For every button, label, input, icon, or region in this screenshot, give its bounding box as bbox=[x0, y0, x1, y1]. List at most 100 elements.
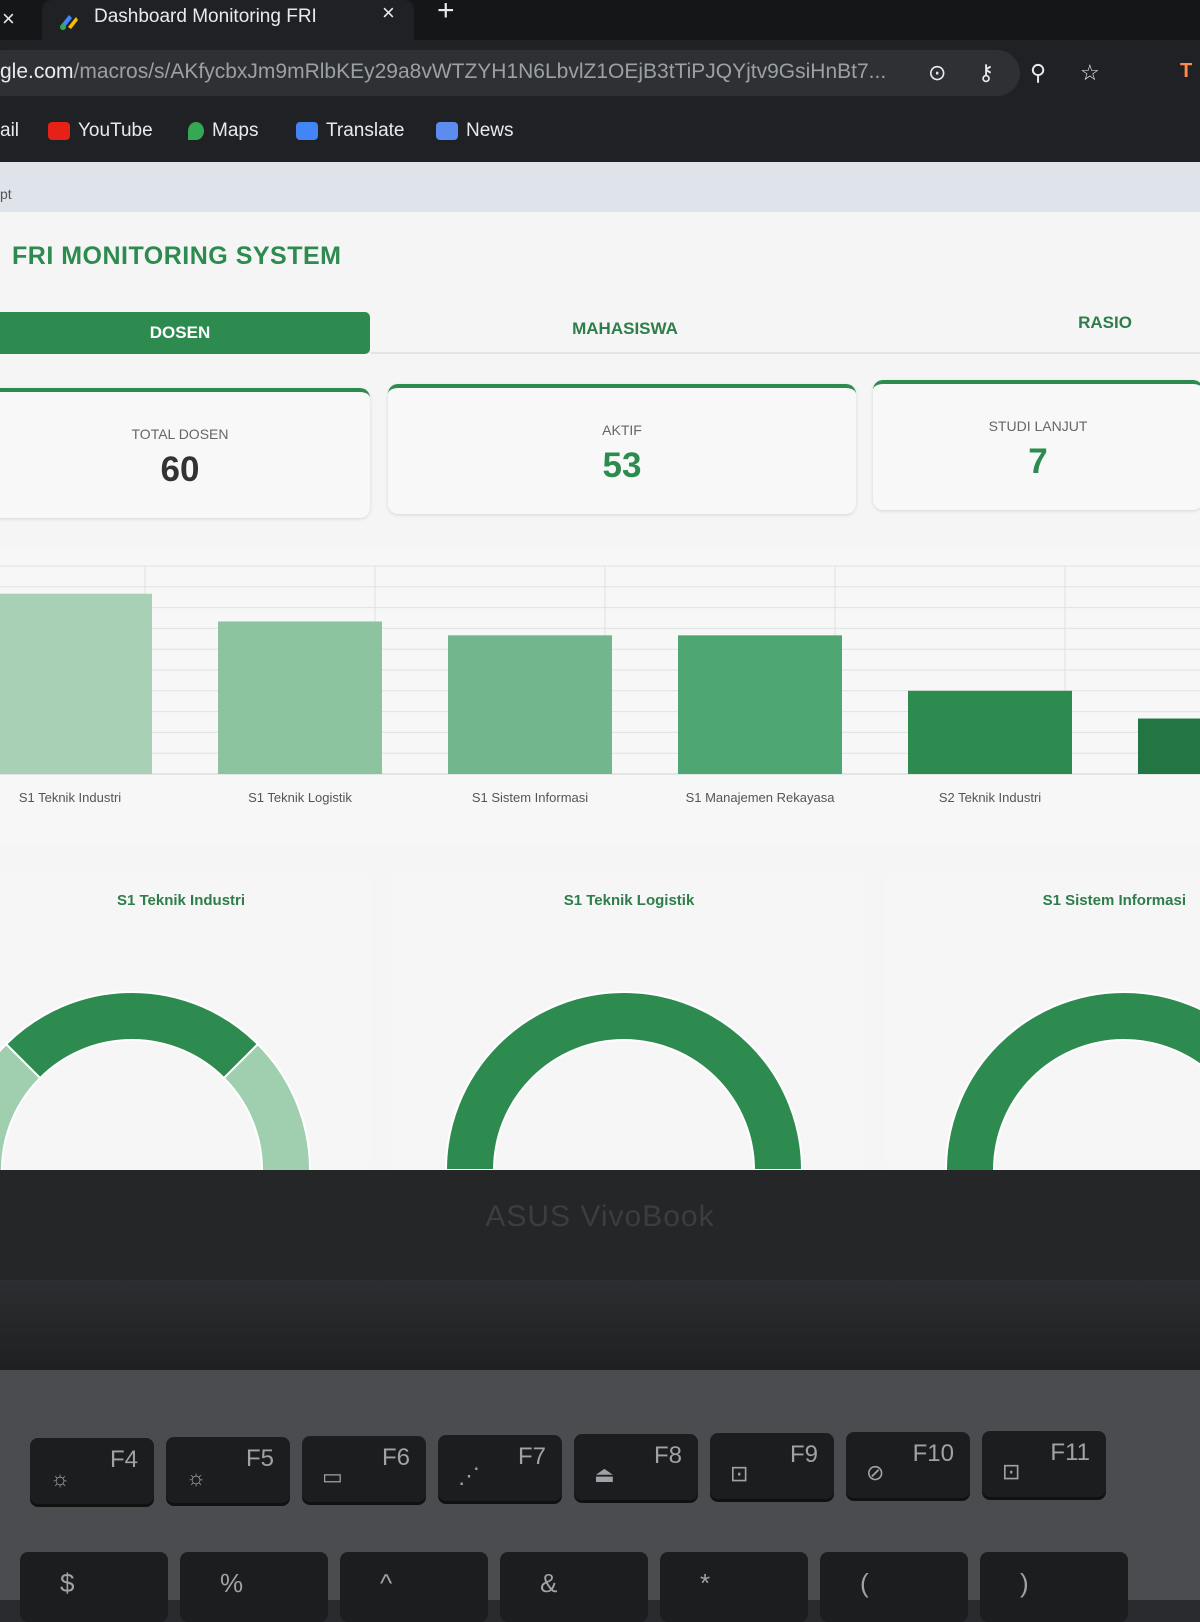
donut-card-s1-sistem-informasi: S1 Sistem Informasi bbox=[884, 870, 1200, 1170]
address-bar[interactable]: gle.com/macros/s/AKfycbxJm9mRlbKEy29a8vW… bbox=[0, 50, 1100, 96]
close-tab-button[interactable]: × bbox=[382, 0, 395, 26]
donut-slice[interactable] bbox=[945, 991, 1200, 1170]
bar[interactable] bbox=[908, 690, 1072, 774]
donut-title: S1 Teknik Logistik bbox=[563, 892, 695, 909]
key-function-icon: ⋰ bbox=[458, 1463, 480, 1488]
key-number-row: ^ bbox=[340, 1552, 488, 1622]
key-f10: ⊘ F10 bbox=[846, 1432, 970, 1498]
tab-mahasiswa[interactable]: MAHASISWA bbox=[530, 308, 720, 350]
key-label: ( bbox=[860, 1568, 869, 1598]
browser-chrome: × Dashboard Monitoring FRI × + gle.com/m… bbox=[0, 0, 1200, 168]
key-function-icon: ☼ bbox=[50, 1466, 71, 1491]
key-icon[interactable]: ⚷ bbox=[978, 60, 994, 86]
translate-icon bbox=[296, 122, 318, 140]
donut-title: S1 Sistem Informasi bbox=[1042, 892, 1186, 909]
x-tick-label: S1 Teknik Logistik bbox=[248, 790, 352, 805]
laptop-hinge bbox=[0, 1280, 1200, 1370]
key-function-icon: ⊘ bbox=[866, 1460, 885, 1485]
tab-title: Dashboard Monitoring FRI bbox=[94, 6, 317, 27]
key-f11: ⊡ F11 bbox=[982, 1431, 1106, 1497]
laptop-brand-logo: ASUS VivoBook bbox=[485, 1200, 715, 1233]
x-tick-label: S1 Teknik Industri bbox=[19, 790, 121, 805]
bookmark-youtube[interactable]: YouTube bbox=[48, 120, 153, 142]
key-f6: ▭ F6 bbox=[302, 1436, 426, 1502]
bar[interactable] bbox=[448, 635, 612, 774]
bookmark-news[interactable]: News bbox=[436, 120, 514, 142]
bar[interactable] bbox=[1138, 718, 1200, 774]
donut-title: S1 Teknik Industri bbox=[116, 892, 246, 909]
key-number-row: * bbox=[660, 1552, 808, 1622]
apps-script-banner: pt bbox=[0, 162, 1200, 212]
star-icon[interactable]: ☆ bbox=[1080, 60, 1100, 86]
bookmarks-bar: ail YouTube Maps Translate News bbox=[0, 112, 1200, 156]
bookmark-translate[interactable]: Translate bbox=[296, 120, 405, 142]
key-function-icon: ☼ bbox=[186, 1465, 207, 1490]
zoom-icon[interactable]: ⚲ bbox=[1030, 60, 1046, 86]
new-tab-button[interactable]: + bbox=[437, 0, 455, 28]
key-f4: ☼ F4 bbox=[30, 1438, 154, 1504]
bar[interactable] bbox=[218, 621, 382, 774]
key-label: F7 bbox=[517, 1443, 546, 1470]
x-tick-label: S1 Manajemen Rekayasa bbox=[686, 790, 836, 805]
key-label: & bbox=[540, 1568, 558, 1598]
key-label: F11 bbox=[1050, 1439, 1090, 1466]
news-icon bbox=[436, 122, 458, 140]
key-number-row: & bbox=[500, 1552, 648, 1622]
key-f7: ⋰ F7 bbox=[438, 1435, 562, 1501]
bookmark-gmail[interactable]: ail bbox=[0, 120, 19, 142]
key-f9: ⊡ F9 bbox=[710, 1433, 834, 1499]
close-tab-button[interactable]: × bbox=[2, 6, 15, 32]
bar-chart-panel: S1 Teknik Industri S1 Teknik Logistik S1 S… bbox=[0, 546, 1200, 844]
active-tab[interactable]: Dashboard Monitoring FRI × bbox=[42, 0, 414, 42]
tab-divider bbox=[370, 352, 1200, 354]
key-function-icon: ⊡ bbox=[730, 1461, 749, 1486]
stat-label: AKTIF bbox=[602, 422, 642, 438]
key-function-icon: ▭ bbox=[322, 1464, 343, 1489]
key-label: ) bbox=[1020, 1568, 1029, 1598]
stat-card-total-dosen: TOTAL DOSEN 60 bbox=[0, 388, 370, 518]
key-number-row: % bbox=[180, 1552, 328, 1622]
bar-chart: S1 Teknik Industri S1 Teknik Logistik S1 S… bbox=[0, 565, 1200, 805]
bookmark-maps[interactable]: Maps bbox=[188, 120, 258, 142]
key-f8: ⏏ F8 bbox=[574, 1434, 698, 1500]
key-label: F9 bbox=[789, 1441, 818, 1468]
key-label: F8 bbox=[653, 1442, 682, 1469]
key-number-row: $ bbox=[20, 1552, 168, 1622]
key-label: ^ bbox=[380, 1568, 393, 1598]
key-label: F10 bbox=[912, 1440, 954, 1467]
donut-slice[interactable] bbox=[4, 991, 260, 1080]
stat-label: STUDI LANJUT bbox=[988, 418, 1088, 434]
url-text[interactable]: gle.com/macros/s/AKfycbxJm9mRlbKEy29a8vW… bbox=[0, 60, 886, 84]
page-viewport: pt FRI MONITORING SYSTEM DOSEN MAHASISWA… bbox=[0, 162, 1200, 1170]
tab-rasio[interactable]: RASIO bbox=[1050, 302, 1160, 344]
stat-label: TOTAL DOSEN bbox=[131, 426, 229, 442]
key-number-row: ) bbox=[980, 1552, 1128, 1622]
key-function-icon: ⏏ bbox=[594, 1462, 615, 1487]
key-function-icon: ⊡ bbox=[1002, 1459, 1021, 1484]
donut-card-s1-teknik-industri: S1 Teknik Industri bbox=[0, 870, 372, 1170]
profile-button[interactable]: T bbox=[1180, 60, 1192, 83]
key-label: F4 bbox=[109, 1446, 138, 1473]
key-label: $ bbox=[60, 1568, 75, 1598]
lens-icon[interactable]: ⊙ bbox=[928, 60, 946, 86]
key-label: F5 bbox=[245, 1445, 274, 1472]
donut-card-s1-teknik-logistik: S1 Teknik Logistik bbox=[392, 870, 866, 1170]
donut-slice[interactable] bbox=[444, 991, 804, 1170]
donut-chart bbox=[0, 991, 311, 1170]
page-title: FRI MONITORING SYSTEM bbox=[12, 242, 342, 270]
x-tick-label: S1 Sistem Informasi bbox=[472, 790, 588, 805]
stat-value: 7 bbox=[1028, 442, 1048, 481]
key-number-row: ( bbox=[820, 1552, 968, 1622]
key-label: % bbox=[220, 1568, 244, 1598]
bar[interactable] bbox=[0, 593, 152, 774]
x-tick-label: S2 Teknik Industri bbox=[939, 790, 1041, 805]
maps-icon bbox=[188, 122, 204, 140]
donut-chart bbox=[444, 991, 804, 1170]
bar[interactable] bbox=[678, 635, 842, 774]
donut-chart bbox=[945, 991, 1200, 1170]
key-label: * bbox=[700, 1568, 711, 1598]
key-label: F6 bbox=[381, 1444, 410, 1471]
stat-card-aktif: AKTIF 53 bbox=[388, 384, 856, 514]
tab-dosen[interactable]: DOSEN bbox=[0, 312, 370, 354]
stat-value: 53 bbox=[602, 446, 642, 485]
